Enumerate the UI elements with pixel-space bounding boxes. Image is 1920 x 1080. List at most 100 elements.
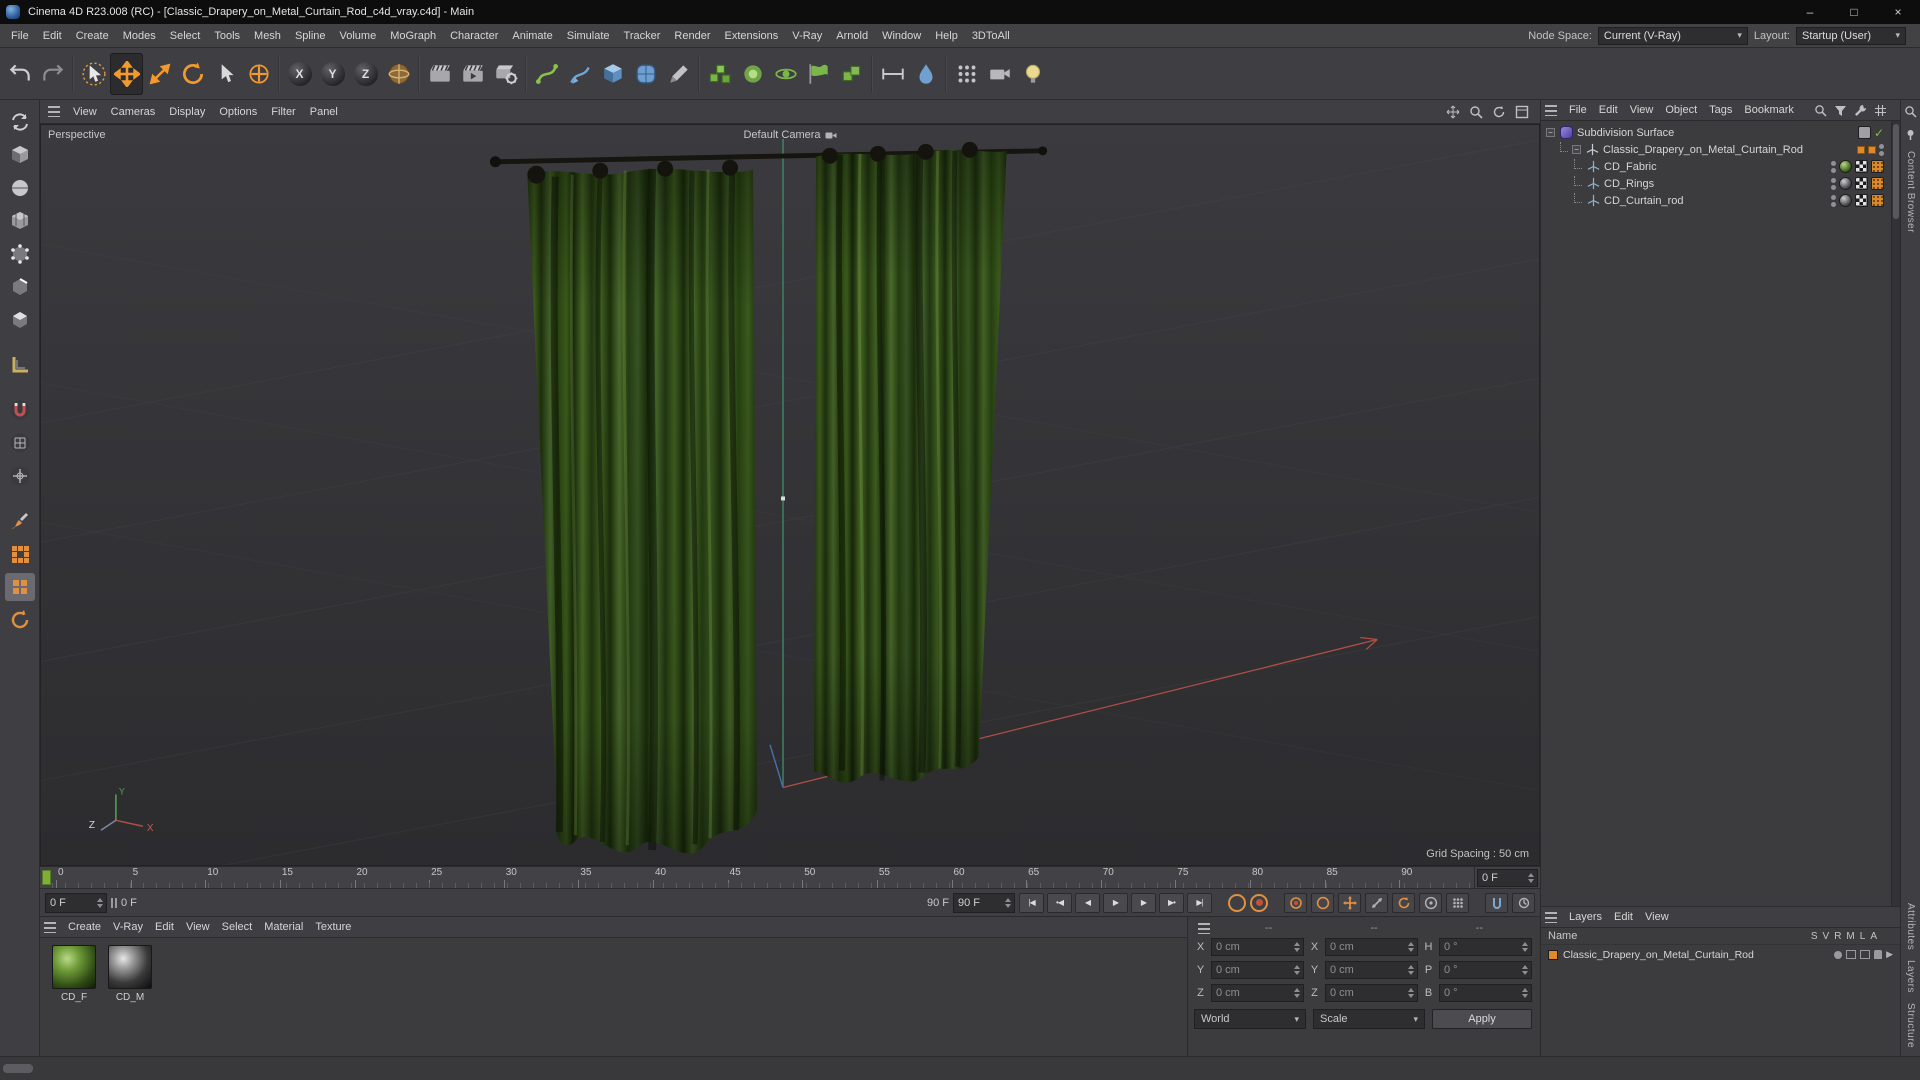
object-menu-item[interactable]: View (1624, 102, 1660, 118)
material-item[interactable]: CD_F (50, 945, 98, 1003)
menu-item[interactable]: Create (69, 28, 116, 44)
axis-mode-button[interactable] (242, 53, 275, 95)
material-menu-item[interactable]: Create (62, 919, 107, 935)
object-menu-item[interactable]: File (1563, 102, 1593, 118)
tab-layers[interactable]: Layers (1905, 960, 1916, 993)
material-menu-item[interactable]: Edit (149, 919, 180, 935)
texture-mode-button[interactable] (5, 174, 35, 202)
view-name-label[interactable]: Perspective (48, 129, 105, 141)
make-editable-button[interactable] (5, 108, 35, 136)
filter-icon[interactable] (1832, 102, 1848, 118)
search-icon[interactable] (1904, 105, 1917, 118)
display-tag-icon[interactable] (1858, 126, 1871, 139)
volume-button[interactable] (835, 53, 868, 95)
workplane-mode-button[interactable] (5, 351, 35, 379)
menu-item[interactable]: Spline (288, 28, 333, 44)
key-pla-toggle[interactable] (1446, 893, 1469, 913)
array-button[interactable] (950, 53, 983, 95)
viewport-menu-item[interactable]: View (66, 104, 104, 120)
position-z-field[interactable]: 0 cm (1211, 984, 1304, 1002)
material-menu-item[interactable]: Material (258, 919, 309, 935)
transform-mode-dropdown[interactable]: Scale▾ (1313, 1009, 1425, 1029)
menu-item[interactable]: Animate (505, 28, 559, 44)
pen-tool[interactable] (563, 53, 596, 95)
paint-tool-button[interactable] (5, 507, 35, 535)
layers-menu-item[interactable]: Layers (1563, 909, 1608, 925)
size-z-field[interactable]: 0 cm (1325, 984, 1418, 1002)
search-icon[interactable] (1812, 102, 1828, 118)
field-stepper[interactable] (1520, 962, 1529, 978)
viewport-menu-item[interactable]: Options (212, 104, 264, 120)
snap-settings-button[interactable] (5, 462, 35, 490)
field-stepper[interactable] (1520, 985, 1529, 1001)
menu-item[interactable]: Simulate (560, 28, 617, 44)
record-toggle[interactable] (1250, 894, 1268, 912)
panel-menu-icon[interactable] (44, 922, 56, 933)
viewport-menu-item[interactable]: Filter (264, 104, 302, 120)
spline-pen-tool[interactable] (530, 53, 563, 95)
uvw-tag-icon[interactable] (1855, 194, 1868, 207)
render-toggle-icon[interactable] (1860, 950, 1870, 959)
field-stepper[interactable] (1292, 939, 1301, 955)
viewport-menu-item[interactable]: Display (162, 104, 212, 120)
key-parameter-toggle[interactable] (1419, 893, 1442, 913)
node-space-dropdown[interactable]: Current (V-Ray)▾ (1598, 27, 1748, 45)
material-tag-icon[interactable] (1839, 160, 1852, 173)
edges-mode-button[interactable] (5, 273, 35, 301)
last-tool-button[interactable] (209, 53, 242, 95)
rotate-tool[interactable] (176, 53, 209, 95)
object-menu-item[interactable]: Edit (1593, 102, 1624, 118)
menu-item[interactable]: Mesh (247, 28, 288, 44)
material-tag-icon[interactable] (1839, 177, 1852, 190)
scrollbar-thumb[interactable] (1893, 124, 1899, 219)
horizontal-scrollbar-thumb[interactable] (3, 1064, 33, 1073)
timeline-ruler[interactable]: 051015202530354045505560657075808590 0 F (40, 866, 1540, 888)
grid-icon[interactable] (1872, 102, 1888, 118)
toggle-view-icon[interactable] (1512, 103, 1532, 121)
lock-toggle-icon[interactable] (1874, 950, 1882, 959)
material-menu-item[interactable]: Texture (309, 919, 357, 935)
pin-icon[interactable] (1904, 128, 1917, 141)
viewport-menu-item[interactable]: Panel (303, 104, 345, 120)
play-sound-toggle[interactable] (1228, 894, 1246, 912)
y-axis-lock-button[interactable]: Y (316, 53, 349, 95)
field-stepper[interactable] (1292, 962, 1301, 978)
key-position-toggle[interactable] (1338, 893, 1361, 913)
material-thumbnail-metal[interactable] (108, 945, 152, 989)
field-stepper[interactable] (1292, 985, 1301, 1001)
rotate-workplane-button[interactable] (5, 606, 35, 634)
coordinate-system-button[interactable] (382, 53, 415, 95)
curtain-panel-right[interactable] (814, 142, 1007, 783)
mograph-cloner-button[interactable] (703, 53, 736, 95)
subdivision-surface-button[interactable] (629, 53, 662, 95)
render-settings-button[interactable] (489, 53, 522, 95)
range-end-field[interactable]: 90 F (953, 893, 1015, 913)
z-axis-lock-button[interactable]: Z (349, 53, 382, 95)
coordinate-space-dropdown[interactable]: World▾ (1194, 1009, 1306, 1029)
object-name[interactable]: CD_Fabric (1604, 161, 1827, 173)
x-axis-lock-button[interactable]: X (283, 53, 316, 95)
object-name[interactable]: Subdivision Surface (1577, 127, 1854, 139)
object-name[interactable]: CD_Curtain_rod (1604, 195, 1827, 207)
visibility-dots[interactable] (1831, 161, 1836, 173)
range-end-stepper[interactable] (1003, 894, 1012, 912)
layer-name[interactable]: Classic_Drapery_on_Metal_Curtain_Rod (1563, 949, 1829, 961)
pan-view-icon[interactable] (1443, 103, 1463, 121)
rotation-b-field[interactable]: 0 ° (1439, 984, 1532, 1002)
light-button[interactable] (1016, 53, 1049, 95)
menu-item[interactable]: Modes (116, 28, 163, 44)
tree-row-subdivision-surface[interactable]: − Subdivision Surface ✓ (1541, 124, 1900, 141)
menu-item[interactable]: Extensions (717, 28, 785, 44)
tree-row-cd-rings[interactable]: CD_Rings (1541, 175, 1900, 192)
uv-mode-button[interactable] (5, 207, 35, 235)
position-y-field[interactable]: 0 cm (1211, 961, 1304, 979)
frame-stepper[interactable] (1526, 870, 1535, 886)
uvw-tag-icon[interactable] (1855, 177, 1868, 190)
enhanced-opengl-toggle[interactable] (5, 573, 35, 601)
visibility-dots[interactable] (1831, 178, 1836, 190)
timeline-settings-button[interactable] (1512, 893, 1535, 913)
visibility-dots[interactable] (1831, 195, 1836, 207)
menu-item[interactable]: MoGraph (383, 28, 443, 44)
material-menu-item[interactable]: V-Ray (107, 919, 149, 935)
field-stepper[interactable] (1406, 962, 1415, 978)
